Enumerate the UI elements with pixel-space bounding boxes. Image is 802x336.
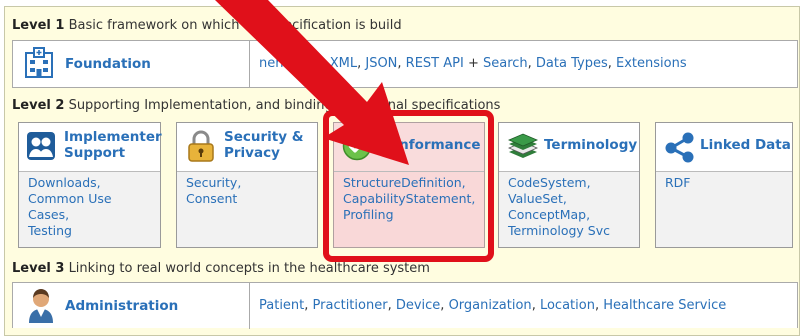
healthcare-service-link[interactable]: Healthcare Service xyxy=(603,298,726,313)
person-icon xyxy=(29,289,53,323)
administration-box: Administration Patient, Practitioner, De… xyxy=(12,282,798,329)
administration-header[interactable]: Administration xyxy=(13,283,250,329)
patient-link[interactable]: Patient xyxy=(259,298,304,313)
location-link[interactable]: Location xyxy=(540,298,595,313)
administration-title[interactable]: Administration xyxy=(65,298,178,314)
level-3-label: Level 3 xyxy=(12,261,65,276)
level-3-heading: Level 3 Linking to real world concepts i… xyxy=(12,261,430,276)
practitioner-link[interactable]: Practitioner xyxy=(313,298,388,313)
organization-link[interactable]: Organization xyxy=(449,298,532,313)
level-3-description: Linking to real world concepts in the he… xyxy=(68,261,430,276)
device-link[interactable]: Device xyxy=(396,298,440,313)
administration-links: Patient, Practitioner, Device, Organizat… xyxy=(259,298,727,313)
red-arrow-icon xyxy=(215,0,409,165)
